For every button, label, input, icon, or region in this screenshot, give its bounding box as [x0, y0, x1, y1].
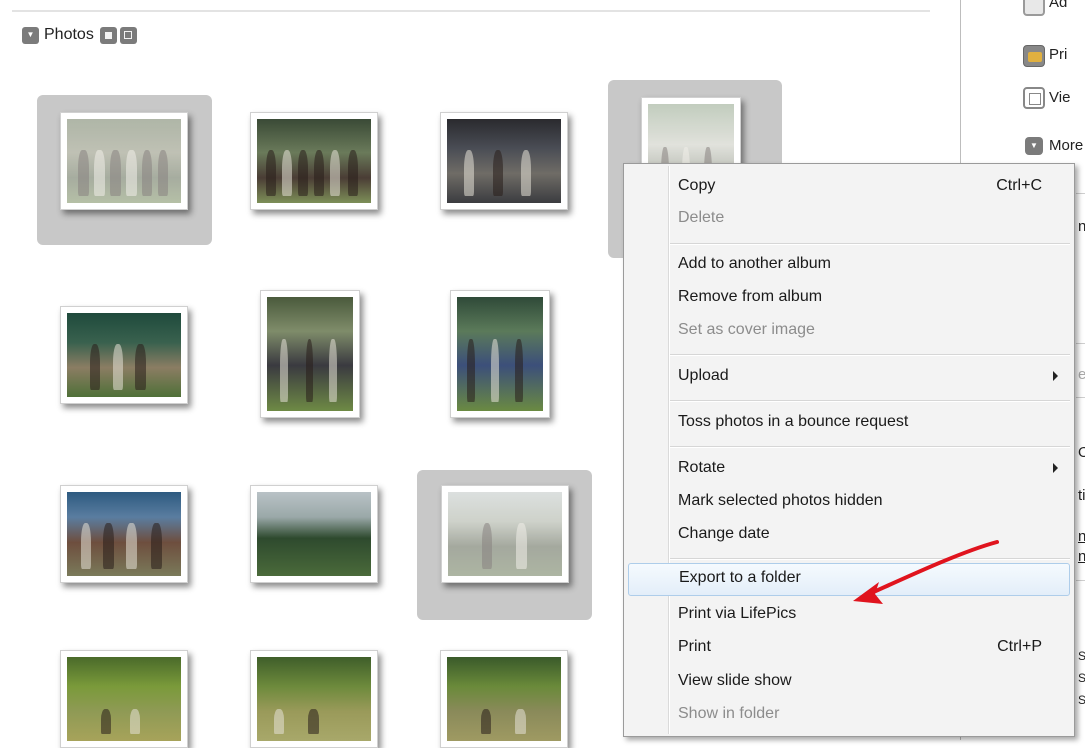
panel-link[interactable]: Vie — [1049, 89, 1070, 106]
red-arrow-icon — [853, 540, 999, 604]
panel-divider — [1076, 343, 1085, 344]
menu-separator — [670, 400, 1070, 402]
chevron-right-icon — [1053, 371, 1058, 381]
panel-text-fragment: ti — [1078, 487, 1085, 504]
photo-thumbnail[interactable] — [60, 306, 188, 404]
top-divider — [12, 10, 930, 12]
menu-item-mark-hidden[interactable]: Mark selected photos hidden — [670, 486, 1070, 516]
panel-divider — [1076, 193, 1085, 194]
photo-thumbnail[interactable] — [440, 650, 568, 748]
panel-text-fragment: S — [1078, 649, 1085, 663]
photo-thumbnail[interactable] — [450, 290, 550, 418]
photo-image — [257, 119, 371, 203]
photo-image — [447, 119, 561, 203]
page-title: Photos — [44, 26, 94, 43]
menu-item-show-in-folder[interactable]: Show in folder — [670, 699, 1070, 729]
photo-thumbnail[interactable] — [260, 290, 360, 418]
menu-item-remove-from-album[interactable]: Remove from album — [670, 282, 1070, 312]
photo-thumbnail[interactable] — [60, 485, 188, 583]
photo-thumbnail[interactable] — [250, 650, 378, 748]
photo-thumbnail[interactable] — [60, 650, 188, 748]
photo-image — [448, 492, 562, 576]
menu-item-set-cover[interactable]: Set as cover image — [670, 315, 1070, 345]
photo-image — [67, 492, 181, 576]
slideshow-icon[interactable] — [1023, 87, 1045, 109]
context-menu: Copy Ctrl+C Delete Add to another album … — [623, 163, 1075, 737]
menu-item-add-to-album[interactable]: Add to another album — [670, 249, 1070, 279]
panel-text-fragment[interactable]: n — [1078, 528, 1085, 545]
photo-thumbnail[interactable] — [250, 485, 378, 583]
photo-thumbnail[interactable] — [60, 112, 188, 210]
panel-divider — [1076, 397, 1085, 398]
photo-image — [457, 297, 543, 411]
panel-text-fragment[interactable]: n — [1078, 548, 1085, 565]
print-photos-icon[interactable] — [1023, 45, 1045, 67]
chevron-right-icon — [1053, 463, 1058, 473]
photo-image — [67, 119, 181, 203]
single-view-icon[interactable] — [119, 26, 137, 44]
panel-text-fragment: S — [1078, 693, 1085, 707]
photo-image — [267, 297, 353, 411]
menu-item-view-slideshow[interactable]: View slide show — [670, 666, 1070, 696]
panel-divider — [1076, 580, 1085, 581]
photo-image — [447, 657, 561, 741]
menu-item-print[interactable]: Print Ctrl+P — [670, 632, 1070, 662]
menu-item-upload[interactable]: Upload — [670, 361, 1070, 391]
menu-separator — [670, 354, 1070, 356]
panel-text-fragment: n — [1078, 218, 1085, 235]
dropdown-icon[interactable]: ▼ — [22, 26, 39, 44]
panel-link[interactable]: Pri — [1049, 46, 1067, 63]
menu-separator — [670, 243, 1070, 245]
grid-view-icon[interactable] — [99, 26, 117, 44]
dropdown-icon[interactable]: ▼ — [1025, 137, 1043, 155]
photo-image — [67, 313, 181, 397]
menu-item-rotate[interactable]: Rotate — [670, 453, 1070, 483]
panel-text-fragment: O — [1078, 444, 1085, 461]
panel-text-fragment: e — [1078, 366, 1085, 383]
panel-link[interactable]: Ad — [1049, 0, 1067, 11]
photo-image — [67, 657, 181, 741]
menu-item-copy[interactable]: Copy Ctrl+C — [670, 171, 1070, 201]
photo-thumbnail[interactable] — [440, 112, 568, 210]
photo-thumbnail[interactable] — [441, 485, 569, 583]
photo-image — [257, 492, 371, 576]
panel-text-fragment: S — [1078, 671, 1085, 685]
panel-link[interactable]: More — [1049, 137, 1083, 154]
album-icon[interactable] — [1023, 0, 1045, 16]
photos-header: ▼ Photos — [22, 24, 137, 46]
menu-separator — [670, 446, 1070, 448]
menu-item-toss-photos[interactable]: Toss photos in a bounce request — [670, 407, 1070, 437]
photo-image — [257, 657, 371, 741]
menu-item-delete[interactable]: Delete — [670, 203, 1070, 233]
photo-thumbnail[interactable] — [250, 112, 378, 210]
